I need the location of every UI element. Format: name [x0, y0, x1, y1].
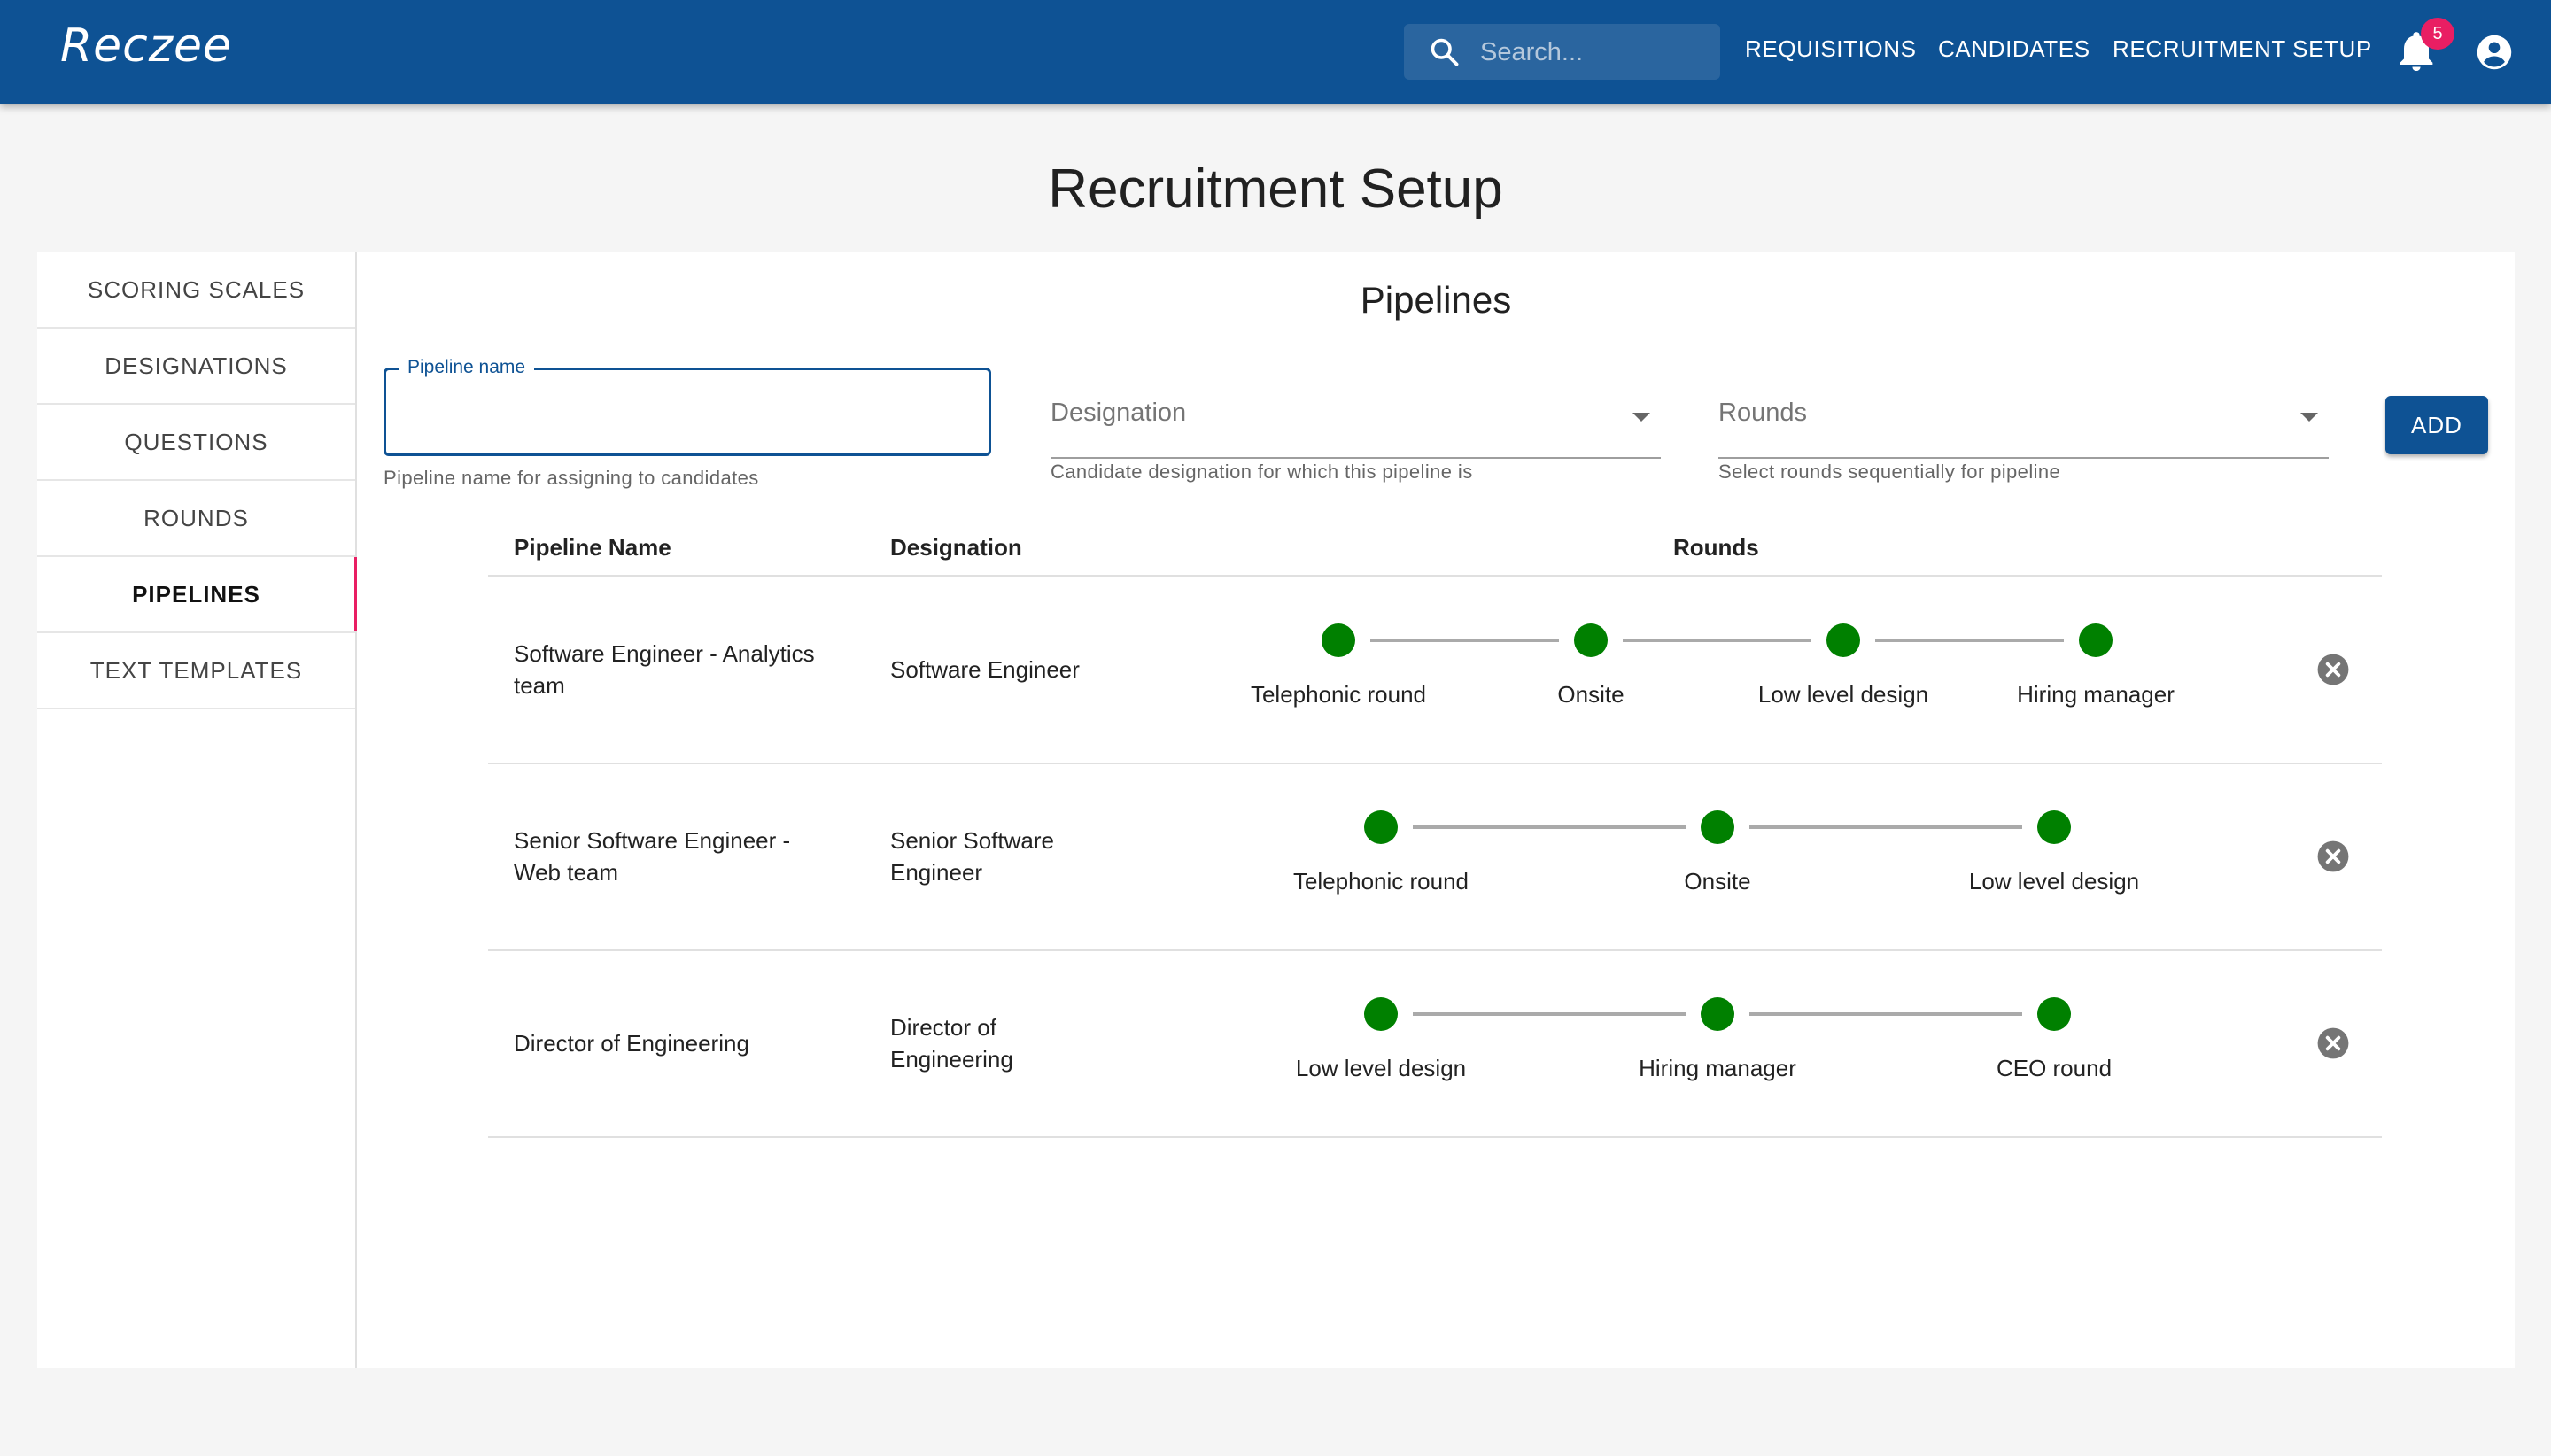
pipeline-name-cell: Software Engineer - Analytics team: [514, 638, 815, 701]
pipeline-name-line: Software Engineer - Analytics: [514, 640, 815, 667]
dropdown-arrow-icon: [1632, 413, 1650, 422]
round-label: Onsite: [1684, 868, 1751, 895]
sidebar-item-questions[interactable]: QUESTIONS: [37, 405, 355, 481]
pipeline-name-input[interactable]: [404, 388, 974, 439]
step-complete-icon: [1574, 623, 1608, 657]
designation-helper: Candidate designation for which this pip…: [1051, 461, 1473, 483]
page-title: Recruitment Setup: [1048, 159, 1503, 220]
round-label: Onsite: [1557, 681, 1624, 708]
pipeline-name-helper: Pipeline name for assigning to candidate…: [384, 467, 759, 489]
step-complete-icon: [1701, 810, 1734, 844]
step-connector: [1749, 825, 2022, 829]
designation-line: Engineer: [890, 859, 983, 886]
pipeline-name-field[interactable]: Pipeline name: [384, 357, 991, 456]
pipeline-name-line: Director of Engineering: [514, 1030, 749, 1057]
step-complete-icon: [2037, 810, 2071, 844]
pipeline-name-cell: Director of Engineering: [514, 1027, 749, 1059]
column-header-designation: Designation: [890, 534, 1022, 561]
delete-pipeline-icon[interactable]: [2316, 840, 2350, 873]
rounds-placeholder: Rounds: [1718, 399, 1807, 427]
nav-requisitions[interactable]: REQUISITIONS: [1745, 35, 1917, 63]
step-complete-icon: [1322, 623, 1355, 657]
step-connector: [1749, 1012, 2022, 1016]
search-box[interactable]: [1404, 24, 1720, 81]
dropdown-arrow-icon: [2300, 413, 2318, 422]
sidebar-item-pipelines[interactable]: PIPELINES: [37, 557, 357, 633]
table-row: Senior Software Engineer - Web team Senior…: [488, 763, 2382, 951]
setup-sidebar: SCORING SCALES DESIGNATIONS QUESTIONS RO…: [37, 252, 357, 1368]
designation-cell: Software Engineer: [890, 654, 1080, 685]
designation-line: Engineering: [890, 1046, 1013, 1073]
pipeline-name-line: Senior Software Engineer -: [514, 827, 791, 854]
pipeline-name-line: team: [514, 672, 565, 699]
step-connector: [1370, 639, 1559, 642]
rounds-helper: Select rounds sequentially for pipeline: [1718, 461, 2061, 483]
round-label: Low level design: [1295, 1055, 1467, 1081]
table-row: Software Engineer - Analytics team Softwar…: [488, 577, 2382, 764]
step-connector: [1875, 639, 2064, 642]
rounds-select[interactable]: Rounds: [1718, 399, 2329, 459]
round-label: Hiring manager: [2017, 681, 2175, 708]
designation-cell: Senior Software Engineer: [890, 825, 1054, 888]
table-row: Director of Engineering Director of Engine…: [488, 950, 2382, 1138]
designation-select[interactable]: Designation: [1051, 399, 1661, 459]
designation-cell: Director of Engineering: [890, 1011, 1013, 1075]
step-complete-icon: [1701, 997, 1734, 1031]
designation-placeholder: Designation: [1051, 399, 1187, 427]
nav-recruitment-setup[interactable]: RECRUITMENT SETUP: [2113, 35, 2372, 63]
designation-line: Software Engineer: [890, 656, 1080, 683]
pipeline-name-label: Pipeline name: [399, 357, 535, 378]
round-label: Hiring manager: [1639, 1055, 1796, 1081]
app-bar: Reczee REQUISITIONS CANDIDATES RECRUITME…: [0, 0, 2551, 104]
search-icon: [1431, 38, 1459, 66]
step-complete-icon: [1364, 997, 1398, 1031]
pipeline-name-cell: Senior Software Engineer - Web team: [514, 825, 790, 888]
round-label: Low level design: [1757, 681, 1929, 708]
delete-pipeline-icon[interactable]: [2316, 653, 2350, 686]
round-label: CEO round: [1996, 1055, 2113, 1081]
pipeline-name-line: Web team: [514, 859, 619, 886]
nav-candidates[interactable]: CANDIDATES: [1938, 35, 2090, 63]
step-complete-icon: [2037, 997, 2071, 1031]
section-title: Pipelines: [1360, 279, 1512, 321]
step-complete-icon: [1364, 810, 1398, 844]
step-connector: [1623, 639, 1811, 642]
sidebar-item-designations[interactable]: DESIGNATIONS: [37, 329, 355, 405]
round-label: Telephonic round: [1250, 681, 1427, 708]
column-header-rounds: Rounds: [1673, 534, 1759, 561]
step-connector: [1413, 1012, 1686, 1016]
pipelines-panel: Pipelines Pipeline name Pipeline name fo…: [357, 252, 2515, 1368]
reczee-logo[interactable]: Reczee: [60, 19, 232, 73]
round-label: Low level design: [1968, 868, 2140, 895]
sidebar-item-scoring-scales[interactable]: SCORING SCALES: [37, 252, 355, 329]
step-complete-icon: [1826, 623, 1860, 657]
sidebar-item-rounds[interactable]: ROUNDS: [37, 481, 355, 557]
sidebar-item-text-templates[interactable]: TEXT TEMPLATES: [37, 633, 355, 709]
step-complete-icon: [2079, 623, 2113, 657]
column-header-pipeline-name: Pipeline Name: [514, 534, 671, 561]
designation-line: Director of: [890, 1014, 996, 1041]
account-icon[interactable]: [2476, 34, 2513, 71]
step-connector: [1413, 825, 1686, 829]
designation-line: Senior Software: [890, 827, 1054, 854]
round-label: Telephonic round: [1292, 868, 1469, 895]
search-input[interactable]: [1478, 24, 1712, 81]
notification-badge: 5: [2421, 18, 2454, 50]
add-pipeline-button[interactable]: ADD: [2385, 396, 2488, 454]
delete-pipeline-icon[interactable]: [2316, 1026, 2350, 1060]
